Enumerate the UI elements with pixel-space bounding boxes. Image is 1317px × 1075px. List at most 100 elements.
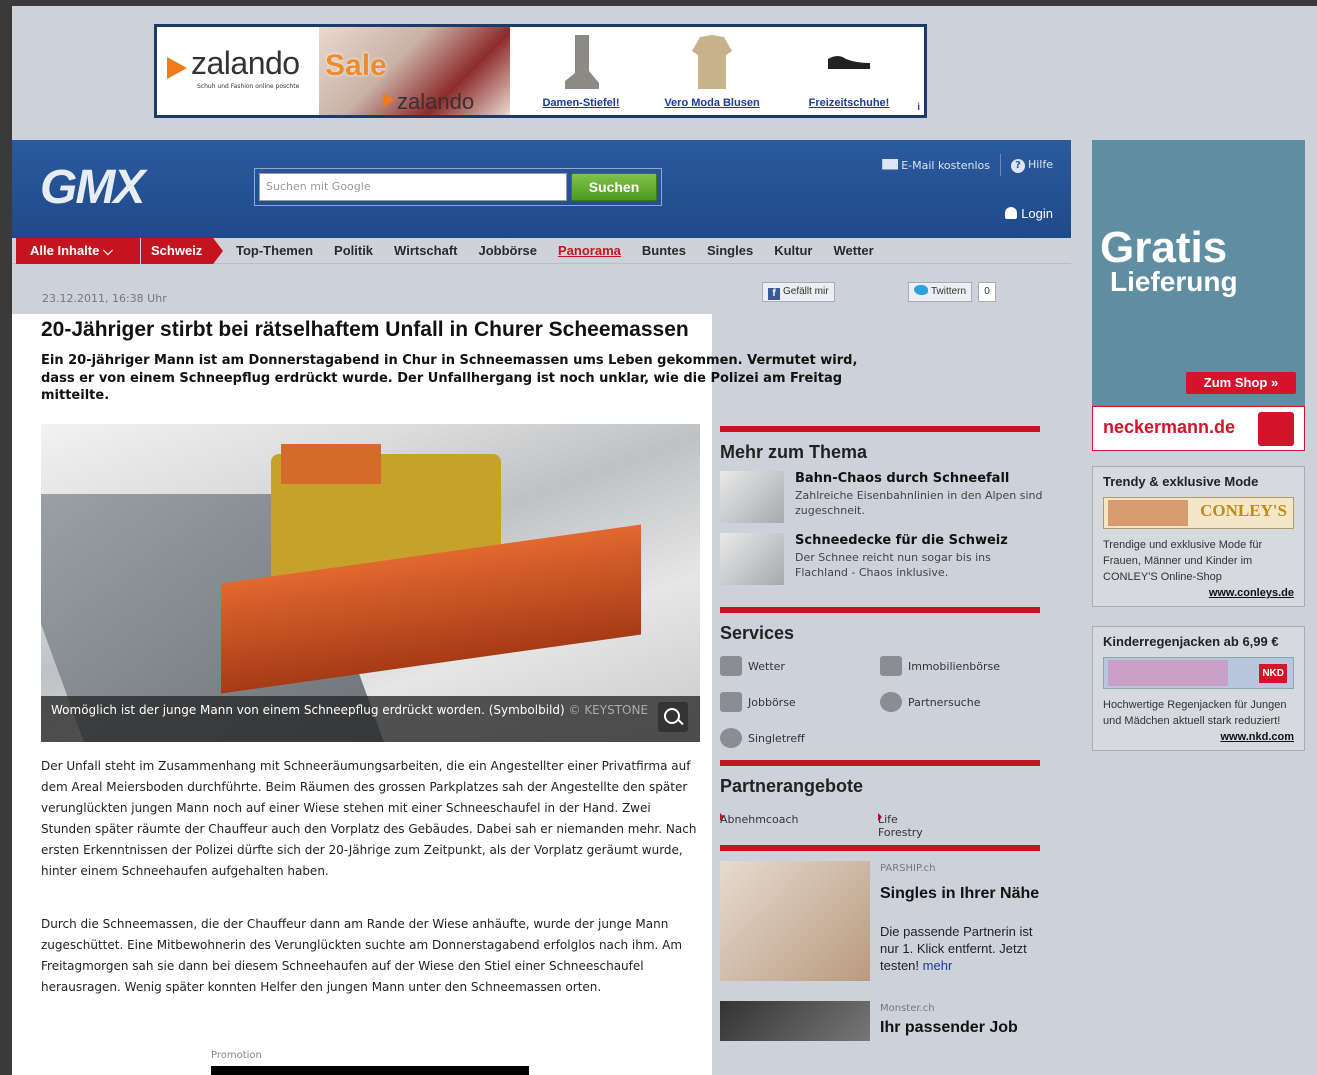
- boot-icon: [565, 35, 599, 89]
- related-item[interactable]: Schneedecke für die Schweiz Der Schnee r…: [720, 533, 1040, 595]
- help-icon: ?: [1010, 158, 1025, 173]
- mehr-title: Mehr zum Thema: [720, 442, 868, 462]
- related-thumbnail[interactable]: [720, 533, 784, 585]
- product-boots[interactable]: Damen-Stiefel!: [521, 27, 641, 115]
- article-date: 23.12.2011, 16:38 Uhr: [42, 292, 167, 305]
- service-jobboerse[interactable]: Jobbörse: [720, 692, 796, 712]
- section-divider: [720, 607, 1040, 613]
- article-paragraph: Der Unfall steht im Zusammenhang mit Sch…: [41, 759, 697, 878]
- twitter-icon: [914, 285, 928, 295]
- nav-item-top-themen[interactable]: Top-Themen: [236, 238, 313, 264]
- service-wetter[interactable]: Wetter: [720, 656, 785, 676]
- nav-items: Top-Themen Politik Wirtschaft Jobbörse Panor…: [236, 238, 874, 264]
- related-thumbnail[interactable]: [720, 471, 784, 523]
- zalando-tagline: Schuh und Fashion online poschte: [197, 83, 300, 90]
- gmx-logo[interactable]: GMX: [40, 160, 145, 215]
- monster-ad[interactable]: Monster.ch Ihr passender Job: [720, 1001, 1040, 1041]
- nav-schweiz[interactable]: Schweiz: [141, 238, 223, 264]
- nav-item-wirtschaft[interactable]: Wirtschaft: [394, 238, 457, 264]
- header-links: E-Mail kostenlos ? Hilfe: [882, 154, 1053, 176]
- section-divider: [720, 760, 1040, 766]
- product-label[interactable]: Vero Moda Blusen: [647, 97, 777, 109]
- tweet-button[interactable]: Twittern: [908, 282, 973, 302]
- ad-banner-photo: [1108, 500, 1188, 526]
- mail-icon: [882, 158, 899, 170]
- nav-item-wetter[interactable]: Wetter: [833, 238, 873, 264]
- gratis-text: Gratis: [1100, 223, 1228, 272]
- related-desc: Zahlreiche Eisenbahnlinien in den Alpen …: [795, 489, 1043, 517]
- nkd-ad[interactable]: Kinderregenjacken ab 6,99 € NKD Hochwert…: [1092, 626, 1305, 751]
- search-button[interactable]: Suchen: [571, 173, 657, 201]
- section-divider: [720, 426, 1040, 432]
- related-item[interactable]: Bahn-Chaos durch Schneefall Zahlreiche E…: [720, 471, 1043, 533]
- ad-info-icon[interactable]: i: [917, 102, 920, 113]
- building-icon: [880, 656, 902, 676]
- weather-icon: [720, 656, 742, 676]
- user-icon: [1005, 207, 1018, 219]
- nav-item-panorama[interactable]: Panorama: [558, 238, 621, 264]
- conleys-ad[interactable]: Trendy & exklusive Mode CONLEY'S Trendig…: [1092, 466, 1305, 607]
- ad-brand: NKD: [1259, 664, 1287, 683]
- neckermann-logo-icon: [1258, 412, 1294, 446]
- nav-all-content[interactable]: Alle Inhalte ⌵: [16, 238, 140, 264]
- sale-label: Sale: [325, 49, 387, 82]
- photo-credit: © KEYSTONE: [568, 703, 649, 717]
- product-shoes[interactable]: Freizeitschuhe!: [789, 27, 909, 115]
- zoom-icon[interactable]: [658, 702, 688, 732]
- article-photo[interactable]: Womöglich ist der junge Mann von einem S…: [41, 424, 700, 742]
- service-singletreff[interactable]: Singletreff: [720, 728, 805, 748]
- monster-photo[interactable]: [720, 1001, 870, 1041]
- lieferung-text: Lieferung: [1110, 266, 1238, 297]
- nav-item-politik[interactable]: Politik: [334, 238, 373, 264]
- ad-link[interactable]: www.conleys.de: [1103, 587, 1294, 599]
- nav-item-kultur[interactable]: Kultur: [774, 238, 812, 264]
- service-partnersuche[interactable]: Partnersuche: [880, 692, 980, 712]
- parship-desc: Die passende Partnerin ist nur 1. Klick …: [880, 924, 1033, 973]
- zalando-banner-ad[interactable]: zalando Schuh und Fashion online poschte…: [154, 24, 927, 118]
- heart-icon: [720, 728, 742, 748]
- product-label[interactable]: Freizeitschuhe!: [789, 97, 909, 109]
- promotion-box[interactable]: [211, 1066, 529, 1075]
- ad-desc: Hochwertige Regenjacken für Jungen und M…: [1103, 699, 1287, 727]
- email-link[interactable]: E-Mail kostenlos: [882, 158, 990, 172]
- ad-banner[interactable]: NKD: [1103, 657, 1294, 689]
- zum-shop-button[interactable]: Zum Shop »: [1186, 372, 1296, 394]
- facebook-icon: f: [768, 288, 780, 300]
- lips-icon: [880, 692, 902, 712]
- related-title[interactable]: Bahn-Chaos durch Schneefall: [795, 471, 1009, 486]
- article-headline: 20-Jähriger stirbt bei rätselhaftem Unfa…: [41, 318, 689, 341]
- parship-title[interactable]: Singles in Ihrer Nähe: [880, 883, 1050, 904]
- site-header: GMX Suchen mit Google Suchen E-Mail kost…: [12, 140, 1071, 238]
- photo-caption: Womöglich ist der junge Mann von einem S…: [41, 696, 700, 742]
- ad-title: Kinderregenjacken ab 6,99 €: [1103, 634, 1279, 649]
- tweet-count: 0: [978, 282, 996, 302]
- nav-item-singles[interactable]: Singles: [707, 238, 753, 264]
- blouse-icon: [692, 35, 732, 89]
- zalando-triangle-icon: [167, 57, 187, 79]
- neckermann-footer[interactable]: neckermann.de: [1092, 406, 1305, 451]
- ad-link[interactable]: www.nkd.com: [1103, 731, 1294, 743]
- related-title[interactable]: Schneedecke für die Schweiz: [795, 533, 1008, 548]
- facebook-like-button[interactable]: f Gefällt mir: [762, 282, 835, 302]
- service-immobilien[interactable]: Immobilienbörse: [880, 656, 1000, 676]
- neckermann-ad[interactable]: Gratis Lieferung Zum Shop » neckermann.d…: [1092, 140, 1305, 451]
- article-paragraph: Durch die Schneemassen, die der Chauffeu…: [41, 917, 683, 994]
- login-link[interactable]: Login: [1005, 206, 1053, 221]
- monster-title[interactable]: Ihr passender Job: [880, 1019, 1018, 1037]
- ad-banner[interactable]: CONLEY'S: [1103, 497, 1294, 529]
- ad-brand: CONLEY'S: [1200, 501, 1287, 520]
- product-label[interactable]: Damen-Stiefel!: [521, 97, 641, 109]
- parship-photo[interactable]: [720, 861, 870, 981]
- sidebar-center: Mehr zum Thema Bahn-Chaos durch Schneefa…: [720, 426, 1043, 1041]
- search-input[interactable]: Suchen mit Google: [259, 173, 567, 201]
- product-blouses[interactable]: Vero Moda Blusen: [647, 27, 777, 115]
- briefcase-icon: [720, 692, 742, 712]
- nav-item-jobbörse[interactable]: Jobbörse: [479, 238, 538, 264]
- help-link[interactable]: ? Hilfe: [1010, 158, 1053, 173]
- article-lead: Ein 20-jähriger Mann ist am Donnerstagab…: [41, 353, 858, 404]
- parship-more-link[interactable]: mehr: [923, 958, 953, 973]
- nav-item-buntes[interactable]: Buntes: [642, 238, 686, 264]
- zalando-brand: zalando: [191, 45, 300, 81]
- parship-ad[interactable]: PARSHIP.ch Singles in Ihrer Nähe Die pas…: [720, 861, 1040, 1001]
- partner-links: Abnehmcoach Life Forestry: [720, 813, 923, 839]
